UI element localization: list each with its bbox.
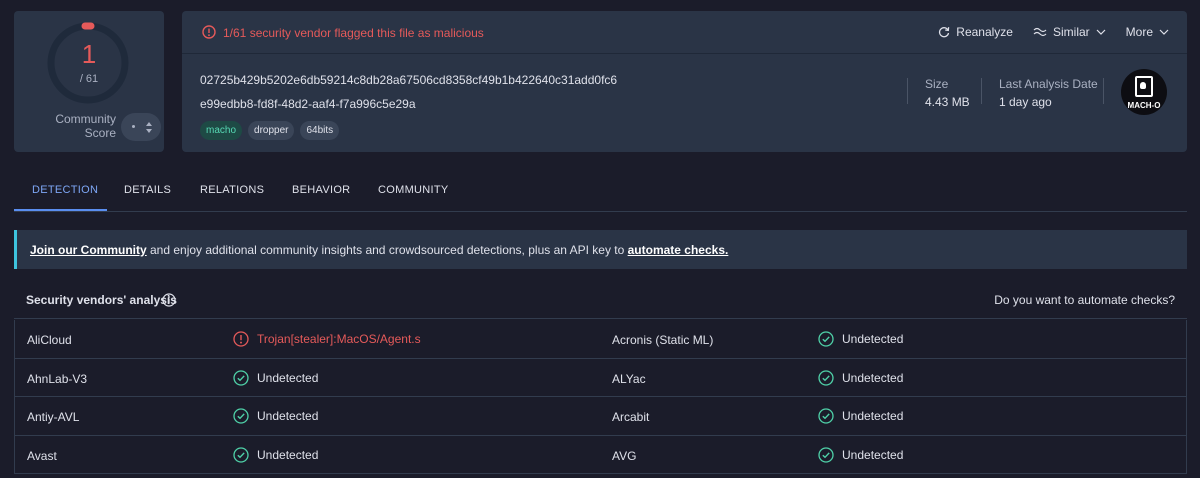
check-circle-icon xyxy=(818,408,834,424)
similar-label: Similar xyxy=(1052,25,1090,39)
detection-result-malicious: Trojan[stealer]:MacOS/Agent.s xyxy=(233,331,421,347)
tab-detection[interactable]: DETECTION xyxy=(32,184,98,196)
report-tabs: DETECTION DETAILS RELATIONS BEHAVIOR COM… xyxy=(14,170,1187,212)
reanalyze-label: Reanalyze xyxy=(956,25,1013,39)
mach-o-filetype-icon: MACH-O xyxy=(1121,69,1167,115)
more-dropdown[interactable]: More xyxy=(1126,25,1169,39)
active-tab-indicator xyxy=(14,209,107,211)
vendors-table: AliCloud Trojan[stealer]:MacOS/Agent.s Acr… xyxy=(14,320,1187,474)
last-analysis-label: Last Analysis Date xyxy=(999,77,1098,91)
check-circle-icon xyxy=(233,369,249,386)
result-text: Undetected xyxy=(257,447,319,462)
tag-macho[interactable]: macho xyxy=(200,121,243,140)
upvote-arrow-icon[interactable] xyxy=(146,122,152,126)
chevron-down-icon xyxy=(1096,29,1106,35)
check-circle-icon xyxy=(818,331,834,347)
vote-value-dot xyxy=(132,125,135,128)
info-icon[interactable] xyxy=(162,293,176,307)
join-community-link[interactable]: Join our Community xyxy=(30,243,147,257)
result-text: Undetected xyxy=(842,332,904,346)
detection-count: 1 xyxy=(81,39,97,69)
engine-total: / 61 xyxy=(79,73,99,85)
result-text: Undetected xyxy=(842,409,904,423)
detection-result-clean: Undetected xyxy=(233,446,319,463)
file-hash[interactable]: 02725b429b5202e6db59214c8db28a67506cd835… xyxy=(200,73,617,87)
vendor-name: AhnLab-V3 xyxy=(27,371,88,386)
banner-text: and enjoy additional community insights … xyxy=(146,243,628,257)
downvote-arrow-icon[interactable] xyxy=(146,129,152,133)
detection-result-clean: Undetected xyxy=(233,408,318,424)
vendor-name: Avast xyxy=(27,448,57,463)
table-row: Antiy-AVL Undetected Arcabit Undetected xyxy=(15,397,1186,436)
alert-bar: 1/61 security vendor flagged this file a… xyxy=(182,11,1187,54)
check-circle-icon xyxy=(233,446,249,463)
meta-divider xyxy=(907,78,908,104)
vendor-name: Antiy-AVL xyxy=(27,410,80,424)
tab-relations[interactable]: RELATIONS xyxy=(200,184,264,196)
meta-divider xyxy=(1103,78,1104,104)
reanalyze-button[interactable]: Reanalyze xyxy=(938,25,1013,39)
automate-checks-link[interactable]: automate checks. xyxy=(628,243,729,257)
vendor-name: Acronis (Static ML) xyxy=(612,333,714,347)
tab-community[interactable]: COMMUNITY xyxy=(378,184,449,196)
community-vote-control[interactable] xyxy=(121,113,161,141)
similar-dropdown[interactable]: Similar xyxy=(1033,25,1106,39)
vendors-analysis-header: Security vendors' analysis Do you want t… xyxy=(14,286,1187,319)
chevron-down-icon xyxy=(1159,29,1169,35)
vendor-name: AVG xyxy=(612,448,637,463)
vendor-name: AliCloud xyxy=(27,333,72,347)
file-id[interactable]: e99edbb8-fd8f-48d2-aaf4-f7a996c5e29a xyxy=(200,97,416,111)
check-circle-icon xyxy=(818,369,834,386)
vendors-analysis-title: Security vendors' analysis xyxy=(26,293,177,307)
table-row: AhnLab-V3 Undetected ALYac Undetected xyxy=(15,359,1186,397)
file-actions: Reanalyze Similar More xyxy=(938,25,1169,39)
detection-result-clean: Undetected xyxy=(818,408,903,424)
vendor-name: ALYac xyxy=(612,371,646,386)
vendor-name: Arcabit xyxy=(612,410,650,424)
community-banner: Join our Community and enjoy additional … xyxy=(14,230,1187,269)
alert-circle-icon xyxy=(233,331,249,347)
tag-dropper[interactable]: dropper xyxy=(248,121,295,140)
detection-score-card: 1 / 61 Community Score xyxy=(14,11,164,152)
check-circle-icon xyxy=(233,408,249,424)
result-text: Undetected xyxy=(257,409,319,423)
meta-divider xyxy=(981,78,982,104)
size-label: Size xyxy=(925,77,949,91)
tab-behavior[interactable]: BEHAVIOR xyxy=(292,184,350,196)
table-row: Avast Undetected AVG Undetected xyxy=(15,436,1186,474)
alert-circle-icon xyxy=(202,25,216,39)
tag-64bits[interactable]: 64bits xyxy=(300,121,340,140)
malicious-alert-text: 1/61 security vendor flagged this file a… xyxy=(223,26,484,40)
detection-result-clean: Undetected xyxy=(233,369,319,386)
apple-document-icon xyxy=(1135,76,1153,97)
tab-details[interactable]: DETAILS xyxy=(124,184,171,196)
more-label: More xyxy=(1125,25,1153,39)
refresh-icon xyxy=(939,27,950,38)
result-text: Undetected xyxy=(257,370,319,385)
check-circle-icon xyxy=(818,446,834,463)
result-text: Undetected xyxy=(842,447,904,462)
file-tags: macho dropper 64bits xyxy=(200,121,340,140)
detection-result-clean: Undetected xyxy=(818,369,904,386)
detection-result-clean: Undetected xyxy=(818,331,903,347)
result-text[interactable]: Trojan[stealer]:MacOS/Agent.s xyxy=(257,332,421,346)
automate-checks-prompt[interactable]: Do you want to automate checks? xyxy=(994,293,1175,307)
file-summary-card: 1/61 security vendor flagged this file a… xyxy=(182,11,1187,152)
last-analysis-value: 1 day ago xyxy=(999,95,1052,109)
result-text: Undetected xyxy=(842,370,904,385)
size-value: 4.43 MB xyxy=(925,95,970,109)
community-score-label: Community Score xyxy=(55,112,116,140)
similar-wave-icon xyxy=(1033,27,1047,37)
filetype-label: MACH-O xyxy=(1127,101,1161,110)
table-row: AliCloud Trojan[stealer]:MacOS/Agent.s Acr… xyxy=(15,320,1186,359)
detection-result-clean: Undetected xyxy=(818,446,904,463)
